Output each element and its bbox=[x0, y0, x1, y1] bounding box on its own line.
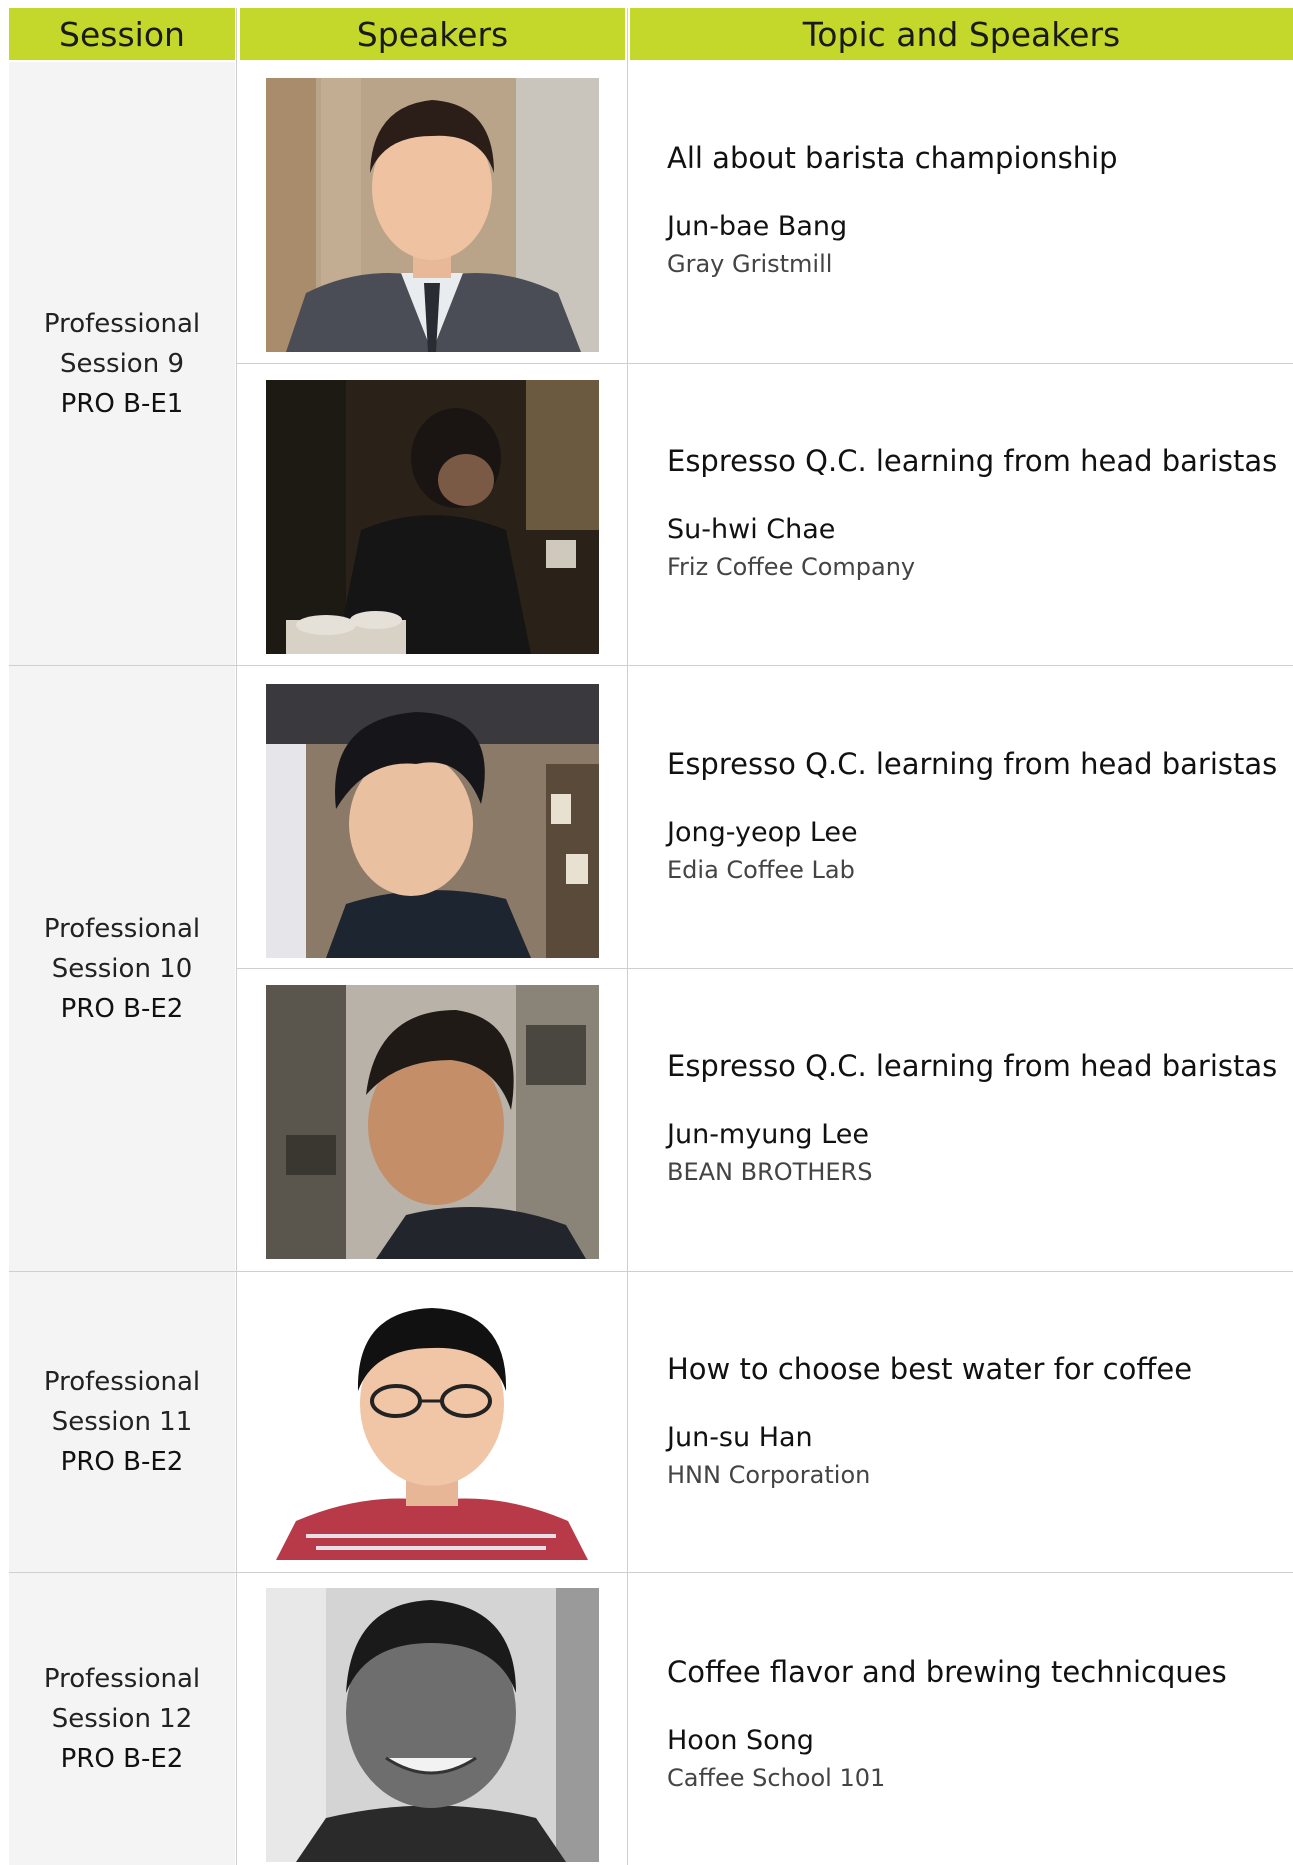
row-divider bbox=[9, 1572, 1293, 1573]
talk-title: Espresso Q.C. learning from head barista… bbox=[667, 1049, 1278, 1083]
header-session: Session bbox=[9, 8, 235, 60]
speaker-organization: Edia Coffee Lab bbox=[667, 856, 855, 884]
session-code: PRO B-E2 bbox=[60, 1744, 184, 1774]
session-cell-11: Professional Session 11 PRO B-E2 bbox=[9, 1272, 235, 1572]
talk-title: All about barista championship bbox=[667, 141, 1118, 175]
talk-title: Espresso Q.C. learning from head barista… bbox=[667, 444, 1278, 478]
column-divider bbox=[627, 8, 628, 1865]
talk-title: How to choose best water for coffee bbox=[667, 1352, 1193, 1386]
session-label: Professional bbox=[43, 1367, 201, 1397]
speaker-photo bbox=[266, 985, 599, 1259]
session-label: Professional bbox=[43, 1664, 201, 1694]
speaker-photo bbox=[266, 684, 599, 958]
session-number: Session 10 bbox=[51, 953, 193, 984]
talk-info: All about barista championship Jun-bae B… bbox=[667, 138, 1287, 281]
header-topic: Topic and Speakers bbox=[630, 8, 1293, 60]
row-divider bbox=[9, 665, 1293, 666]
session-code: PRO B-E1 bbox=[60, 388, 184, 419]
speaker-organization: Caffee School 101 bbox=[667, 1764, 886, 1792]
column-divider bbox=[236, 8, 237, 1865]
row-divider bbox=[236, 363, 1293, 364]
speaker-name: Jun-myung Lee bbox=[667, 1119, 869, 1150]
speaker-organization: Friz Coffee Company bbox=[667, 553, 916, 581]
talk-title: Coffee flavor and brewing technicques bbox=[667, 1655, 1227, 1689]
speaker-name: Hoon Song bbox=[667, 1725, 814, 1756]
talk-info: Espresso Q.C. learning from head barista… bbox=[667, 744, 1287, 887]
speaker-photo bbox=[266, 380, 599, 654]
talk-info: Coffee flavor and brewing technicques Ho… bbox=[667, 1652, 1287, 1795]
speaker-organization: BEAN BROTHERS bbox=[667, 1158, 873, 1186]
session-number: Session 11 bbox=[51, 1407, 193, 1437]
session-label: Professional bbox=[43, 308, 201, 339]
talk-info: Espresso Q.C. learning from head barista… bbox=[667, 1046, 1287, 1189]
session-number: Session 12 bbox=[51, 1704, 193, 1734]
speaker-name: Jun-bae Bang bbox=[667, 211, 848, 242]
header-speakers: Speakers bbox=[240, 8, 625, 60]
row-divider bbox=[9, 1271, 1293, 1272]
speaker-organization: Gray Gristmill bbox=[667, 250, 833, 278]
session-cell-12: Professional Session 12 PRO B-E2 bbox=[9, 1573, 235, 1865]
session-label: Professional bbox=[43, 913, 201, 944]
speaker-photo bbox=[266, 1588, 599, 1862]
speaker-name: Su-hwi Chae bbox=[667, 514, 836, 545]
session-cell-9: Professional Session 9 PRO B-E1 bbox=[9, 62, 235, 665]
talk-info: Espresso Q.C. learning from head barista… bbox=[667, 441, 1287, 584]
row-divider bbox=[236, 968, 1293, 969]
session-number: Session 9 bbox=[59, 348, 184, 379]
session-code: PRO B-E2 bbox=[60, 1447, 184, 1477]
speaker-organization: HNN Corporation bbox=[667, 1461, 871, 1489]
speaker-photo bbox=[266, 78, 599, 352]
speaker-name: Jong-yeop Lee bbox=[667, 817, 858, 848]
session-cell-10: Professional Session 10 PRO B-E2 bbox=[9, 666, 235, 1271]
talk-info: How to choose best water for coffee Jun-… bbox=[667, 1349, 1287, 1492]
session-code: PRO B-E2 bbox=[60, 993, 184, 1024]
talk-title: Espresso Q.C. learning from head barista… bbox=[667, 747, 1278, 781]
speaker-name: Jun-su Han bbox=[667, 1422, 813, 1453]
speaker-photo bbox=[266, 1286, 599, 1560]
